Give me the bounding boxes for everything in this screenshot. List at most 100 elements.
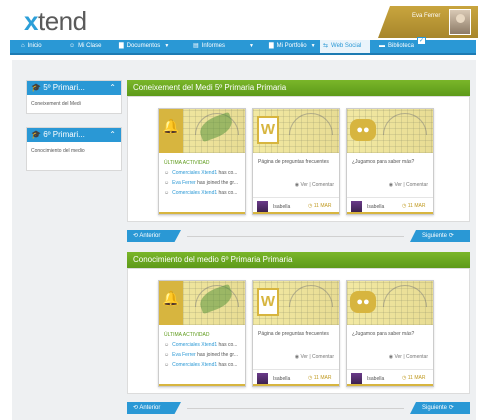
author-name[interactable]: Isabella — [367, 204, 384, 210]
users-icon: ☺ — [164, 190, 170, 196]
date-badge: ◷ 11 MAR — [308, 375, 332, 381]
card-accent-bar — [159, 212, 245, 214]
document-actions[interactable]: ◉ Ver | Comentar — [295, 354, 334, 360]
activity-card[interactable]: 🔔 ÚLTIMA ACTIVIDAD ☺ Comerciales Xtend1 h… — [158, 108, 246, 215]
document-actions[interactable]: ◉ Ver | Comentar — [295, 182, 334, 188]
sidebar-subject[interactable]: Coneixement del Medi — [27, 95, 121, 113]
nav-item-informes[interactable]: ▤ Informes ▼ — [190, 40, 254, 53]
graduation-cap-icon: 🎓 — [31, 83, 41, 92]
document-actions[interactable]: ◉ Ver | Comentar — [389, 182, 428, 188]
date-badge: ◷ 11 MAR — [402, 375, 426, 381]
nav-item-mi-portfolio[interactable]: ▇ Mi Portfolio ▼ — [266, 40, 316, 53]
activity-row[interactable]: ☺ Comerciales Xtend1 has co... — [164, 342, 237, 348]
document-title[interactable]: ¿Jugamos para saber más? — [352, 159, 414, 165]
checkmark-icon: ✓ — [417, 37, 426, 45]
activity-card[interactable]: 🔔 ÚLTIMA ACTIVIDAD ☺ Comerciales Xtend1 h… — [158, 280, 246, 387]
author-name[interactable]: Isabella — [273, 376, 290, 382]
document-card[interactable]: W Página de preguntas frecuentes ◉ Ver |… — [252, 280, 340, 387]
share-icon: ⇆ — [323, 43, 329, 49]
card-accent-bar — [347, 212, 433, 214]
author-name[interactable]: Isabella — [273, 204, 290, 210]
chevron-down-icon: ▼ — [164, 43, 170, 49]
panel-header[interactable]: Conocimiento del medio 6º Primaria Prima… — [127, 252, 470, 268]
app-header: xtend Eva Ferrer — [0, 0, 485, 40]
sidebar-course-card[interactable]: 🎓 6º Primari... ⌃ Conocimiento del medio — [26, 127, 122, 171]
document-footer: Isabella ◷ 11 MAR — [253, 197, 339, 214]
author-thumbnail — [351, 373, 362, 384]
document-card-image: ●● — [347, 109, 433, 153]
chevron-down-icon: ▼ — [310, 43, 316, 49]
chevron-up-icon[interactable]: ⌃ — [109, 128, 116, 142]
users-icon: ☺ — [69, 43, 76, 49]
users-icon: ☺ — [164, 362, 170, 368]
activity-row[interactable]: ☺ Comerciales Xtend1 has co... — [164, 362, 237, 368]
previous-button[interactable]: ⟲ Anterior — [127, 402, 181, 414]
book-icon: ▇ — [119, 43, 124, 49]
xtend-logo[interactable]: xtend — [24, 6, 87, 37]
document-title[interactable]: Página de preguntas frecuentes — [258, 331, 329, 337]
user-name[interactable]: Eva Ferrer — [412, 13, 440, 19]
home-icon: ⌂ — [21, 43, 25, 49]
activity-title: ÚLTIMA ACTIVIDAD — [164, 332, 210, 338]
activity-row[interactable]: ☺ Eva Ferrer has joined the gr... — [164, 180, 238, 186]
avatar[interactable] — [449, 9, 471, 35]
pager-divider — [187, 236, 404, 237]
author-name[interactable]: Isabella — [367, 376, 384, 382]
nav-item-documentos[interactable]: ▇ Documentos ▼ — [116, 40, 169, 53]
nav-item-biblioteca[interactable]: ▬ Biblioteca — [376, 40, 414, 53]
document-title[interactable]: ¿Jugamos para saber más? — [352, 331, 414, 337]
document-actions[interactable]: ◉ Ver | Comentar — [389, 354, 428, 360]
nav-item-mi-clase[interactable]: ☺ Mi Clase — [66, 40, 101, 53]
activity-card-image: 🔔 — [159, 109, 245, 153]
document-footer: Isabella ◷ 11 MAR — [347, 197, 433, 214]
refresh-icon: ⟳ — [447, 405, 454, 411]
nav-item-inicio[interactable]: ⌂ Inicio — [18, 40, 42, 53]
chevron-up-icon[interactable]: ⌃ — [109, 81, 116, 95]
author-thumbnail — [257, 201, 268, 212]
main-navbar: ⌂ Inicio ☺ Mi Clase ▇ Documentos ▼ ▤ Informes… — [10, 40, 476, 55]
activity-title: ÚLTIMA ACTIVIDAD — [164, 160, 210, 166]
library-icon: ▬ — [379, 43, 385, 49]
book-icon: ▇ — [269, 43, 274, 49]
panel-header[interactable]: Coneixement del Medi 5º Primaria Primari… — [127, 80, 470, 96]
gamepad-icon: ●● — [350, 291, 376, 313]
next-button[interactable]: Siguiente ⟳ — [410, 230, 470, 242]
sidebar-course-header[interactable]: 🎓 5º Primari... ⌃ — [27, 81, 121, 95]
chevron-down-icon: ▼ — [249, 43, 254, 49]
sidebar-subject[interactable]: Conocimiento del medio — [27, 142, 121, 170]
graduation-cap-icon: 🎓 — [31, 130, 41, 139]
document-card-image: W — [253, 109, 339, 153]
document-card[interactable]: ●● ¿Jugamos para saber más? ◉ Ver | Come… — [346, 108, 434, 215]
author-thumbnail — [351, 201, 362, 212]
document-card[interactable]: W Página de preguntas frecuentes ◉ Ver |… — [252, 108, 340, 215]
document-card[interactable]: ●● ¿Jugamos para saber más? ◉ Ver | Come… — [346, 280, 434, 387]
activity-row[interactable]: ☺ Eva Ferrer has joined the gr... — [164, 352, 238, 358]
users-icon: ☺ — [164, 170, 170, 176]
word-document-icon: W — [257, 288, 279, 316]
document-card-image: ●● — [347, 281, 433, 325]
next-button[interactable]: Siguiente ⟳ — [410, 402, 470, 414]
users-icon: ☺ — [164, 352, 170, 358]
document-footer: Isabella ◷ 11 MAR — [253, 369, 339, 386]
users-icon: ☺ — [164, 180, 170, 186]
sidebar-course-title: 6º Primari... — [43, 130, 85, 139]
activity-row[interactable]: ☺ Comerciales Xtend1 has co... — [164, 190, 237, 196]
date-badge: ◷ 11 MAR — [402, 203, 426, 209]
pager-divider — [187, 408, 404, 409]
sidebar-course-header[interactable]: 🎓 6º Primari... ⌃ — [27, 128, 121, 142]
document-card-image: W — [253, 281, 339, 325]
document-footer: Isabella ◷ 11 MAR — [347, 369, 433, 386]
bell-icon: 🔔 — [159, 109, 183, 153]
card-accent-bar — [347, 384, 433, 386]
sidebar-course-title: 5º Primari... — [43, 83, 85, 92]
card-accent-bar — [159, 384, 245, 386]
sidebar-course-card[interactable]: 🎓 5º Primari... ⌃ Coneixement del Medi — [26, 80, 122, 114]
previous-button[interactable]: ⟲ Anterior — [127, 230, 181, 242]
users-icon: ☺ — [164, 342, 170, 348]
gamepad-icon: ●● — [350, 119, 376, 141]
document-title[interactable]: Página de preguntas frecuentes — [258, 159, 329, 165]
activity-row[interactable]: ☺ Comerciales Xtend1 has co... — [164, 170, 237, 176]
refresh-icon: ⟳ — [447, 233, 454, 239]
nav-item-web-social[interactable]: ⇆ Web Social — [320, 40, 370, 53]
pager: ⟲ Anterior Siguiente ⟳ — [127, 230, 470, 242]
